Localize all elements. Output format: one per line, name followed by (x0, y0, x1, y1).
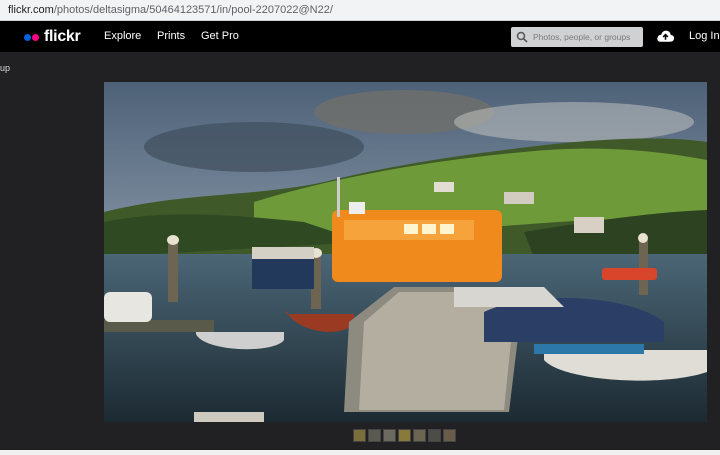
bottom-bar (0, 450, 720, 455)
nav-get-pro[interactable]: Get Pro (201, 30, 239, 42)
nav-prints[interactable]: Prints (157, 30, 185, 42)
filmstrip-thumbnail[interactable] (368, 429, 381, 442)
search-input[interactable] (533, 29, 639, 45)
url-path: /photos/deltasigma/50464123571/in/pool-2… (53, 4, 333, 16)
search-icon (516, 31, 528, 43)
logo-blue-dot (24, 33, 31, 41)
filmstrip-thumbnail[interactable] (413, 429, 426, 442)
main-photo[interactable] (104, 82, 707, 422)
top-navigation: flickr Explore Prints Get Pro Log In (0, 21, 720, 52)
filmstrip-thumbnail[interactable] (398, 429, 411, 442)
login-link[interactable]: Log In (689, 30, 720, 42)
filmstrip-thumbnail[interactable] (443, 429, 456, 442)
search-box[interactable] (511, 27, 643, 47)
flickr-logo[interactable]: flickr (24, 27, 81, 47)
nav-explore[interactable]: Explore (104, 30, 141, 42)
cloud-upload-icon[interactable] (656, 28, 675, 44)
logo-pink-dot (32, 33, 39, 41)
side-label-fragment[interactable]: up (0, 63, 10, 73)
filmstrip (353, 429, 456, 442)
url-host: flickr.com (8, 4, 54, 16)
filmstrip-thumbnail[interactable] (383, 429, 396, 442)
filmstrip-thumbnail[interactable] (428, 429, 441, 442)
harbour-photo-illustration (104, 82, 707, 422)
address-url[interactable]: flickr.com/photos/deltasigma/50464123571… (8, 4, 333, 16)
filmstrip-thumbnail[interactable] (353, 429, 366, 442)
logo-text: flickr (44, 28, 81, 45)
browser-address-bar[interactable]: flickr.com/photos/deltasigma/50464123571… (0, 0, 720, 21)
